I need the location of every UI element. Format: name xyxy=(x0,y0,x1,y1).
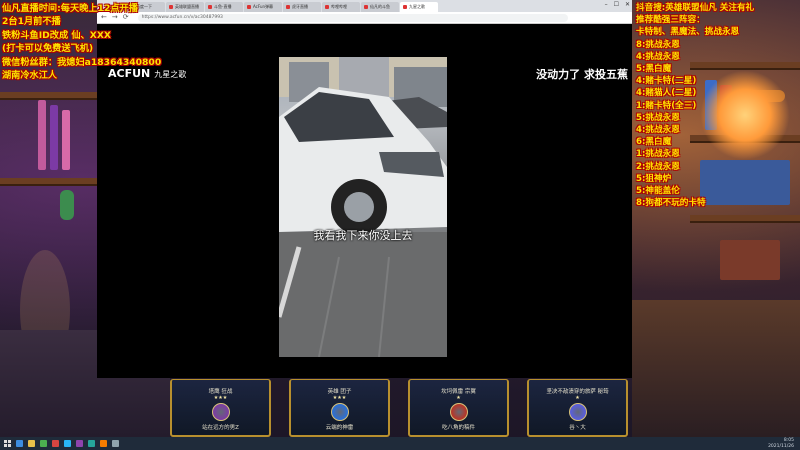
browser-tab[interactable]: 仙凡的斗鱼 xyxy=(361,2,399,12)
card-stars: ★★★ xyxy=(332,395,347,401)
overlay-line: 5:黑白魔 xyxy=(636,64,672,75)
video-scene xyxy=(279,57,447,357)
app-icon[interactable] xyxy=(76,440,83,447)
overlay-line: 6:黑白魔 xyxy=(636,137,672,148)
card-title: 英雄 团子 xyxy=(327,389,352,395)
system-clock[interactable]: 8:05 2021/11/26 xyxy=(768,438,794,449)
player-cards: 塔鹰 狂战 ★★★ 站在远方的男Z 英雄 团子 ★★★ 云端的神雷 坎坷佩雷 宗… xyxy=(170,379,628,437)
champion-icon xyxy=(330,403,349,421)
card-title: 塔鹰 狂战 xyxy=(208,389,233,395)
overlay-line: (打卡可以免费送飞机) xyxy=(2,43,94,55)
favicon-icon xyxy=(208,5,212,9)
video-subtitle: 我看我下来你没上去 xyxy=(313,229,413,242)
minimize-button[interactable]: – xyxy=(605,1,608,8)
video-player[interactable]: ACFUN 九星之歌 没动力了 求投五蕉 我看我下来你没上去 xyxy=(97,24,632,378)
overlay-line: 4:挑战永恩 xyxy=(636,125,680,136)
file-explorer-icon[interactable] xyxy=(28,440,35,447)
player-name: 站在远方的男Z xyxy=(202,425,239,431)
overlay-line: 4:挑战永恩 xyxy=(636,51,680,62)
book xyxy=(38,100,46,170)
maximize-button[interactable]: ☐ xyxy=(614,1,619,8)
overlay-line: 铁粉斗鱼ID改成 仙、XXX xyxy=(2,29,111,41)
favicon-icon xyxy=(403,5,407,9)
overlay-line: 1:挑战永恩 xyxy=(636,149,680,160)
pavement xyxy=(279,232,447,357)
browser-tab[interactable]: 哔哩哔哩 xyxy=(322,2,360,12)
books xyxy=(720,240,780,280)
video-top-caption: 没动力了 求投五蕉 xyxy=(536,68,628,81)
book xyxy=(50,105,58,170)
book xyxy=(62,110,70,170)
overlay-line: 卡特制、黑魔法、挑战永恩 xyxy=(636,27,740,38)
player-name: 吃八角的稿件 xyxy=(441,425,475,431)
window-controls: – ☐ ✕ xyxy=(605,1,630,8)
floor-right xyxy=(632,300,800,437)
favicon-icon xyxy=(247,5,251,9)
favicon-icon xyxy=(364,5,368,9)
browser-window: 百度一下 英雄联盟直播 斗鱼-直播 AcFun弹幕 虎牙直播 哔哩哔哩 仙凡的斗… xyxy=(97,0,632,378)
champion-icon xyxy=(211,403,230,421)
card-stars: ★ xyxy=(575,395,580,401)
address-bar: ← → ⟳ https://www.acfun.cn/v/ac30487993 xyxy=(97,12,632,24)
player-name: 谷丶大 xyxy=(569,425,586,431)
app-icon[interactable] xyxy=(100,440,107,447)
browser-tab[interactable]: 虎牙直播 xyxy=(283,2,321,12)
left-shelf xyxy=(0,92,97,100)
overlay-line: 8:挑战永恩 xyxy=(636,39,680,50)
windows-taskbar: 8:05 2021/11/26 xyxy=(0,437,800,450)
search-icon[interactable] xyxy=(16,440,23,447)
left-shelf xyxy=(0,178,97,186)
overlay-line: 2:挑战永恩 xyxy=(636,161,680,172)
overlay-line: 仙凡直播时间:每天晚上12点开播 xyxy=(2,3,138,14)
browser-tab[interactable]: AcFun弹幕 xyxy=(244,2,282,12)
overlay-line: 2台1月前不播 xyxy=(2,16,61,28)
overlay-line: 湖南冷水江人 xyxy=(2,70,58,82)
app-icon[interactable] xyxy=(88,440,95,447)
url-input[interactable]: https://www.acfun.cn/v/ac30487993 xyxy=(137,13,568,22)
favicon-icon xyxy=(169,5,173,9)
overlay-line: 5:神能盖伦 xyxy=(636,186,680,197)
player-card[interactable]: 坚决不敌溃穿的旅萨 秘筠 ★ 谷丶大 xyxy=(527,379,628,437)
browser-tab[interactable]: 斗鱼-直播 xyxy=(205,2,243,12)
overlay-line: 抖音搜:英雄联盟仙凡 关注有礼 xyxy=(636,3,755,13)
stream-info-overlay: 仙凡直播时间:每天晚上12点开播 2台1月前不播 铁粉斗鱼ID改成 仙、XXX … xyxy=(2,2,161,82)
browser-icon[interactable] xyxy=(40,440,47,447)
wheel-rim xyxy=(344,192,374,222)
app-icon[interactable] xyxy=(52,440,59,447)
player-card[interactable]: 塔鹰 狂战 ★★★ 站在远方的男Z xyxy=(170,379,271,437)
overlay-line: 8:狗都不玩的卡特 xyxy=(636,198,706,209)
card-title: 坎坷佩雷 宗翼 xyxy=(441,389,476,395)
lineup-overlay: 抖音搜:英雄联盟仙凡 关注有礼 推荐酷强三阵容： 卡特制、黑魔法、挑战永恩 8:… xyxy=(636,2,754,209)
overlay-line: 微信粉丝群：我媳妇a18364340800 xyxy=(2,56,162,68)
overlay-line: 5:挑战永恩 xyxy=(636,112,680,123)
card-title: 坚决不敌溃穿的旅萨 秘筠 xyxy=(546,389,609,395)
card-stars: ★★★ xyxy=(213,395,228,401)
favicon-icon xyxy=(325,5,329,9)
browser-tab[interactable]: 英雄联盟直播 xyxy=(166,2,204,12)
windows-start-icon[interactable] xyxy=(4,440,11,447)
overlay-line: 1:赌卡特(全三) xyxy=(636,100,697,111)
card-stars: ★ xyxy=(456,395,461,401)
overlay-line: 4:赌猫人(二星) xyxy=(636,88,697,99)
favicon-icon xyxy=(286,5,290,9)
overlay-line: 4:赌卡特(二星) xyxy=(636,76,697,87)
overlay-line: 5:狙神炉 xyxy=(636,173,672,184)
app-icon[interactable] xyxy=(64,440,71,447)
player-name: 云端的神雷 xyxy=(325,425,354,431)
champion-icon xyxy=(568,403,587,421)
browser-tab-active[interactable]: 九星之歌 xyxy=(400,2,438,12)
potion xyxy=(60,190,74,220)
tab-strip: 百度一下 英雄联盟直播 斗鱼-直播 AcFun弹幕 虎牙直播 哔哩哔哩 仙凡的斗… xyxy=(97,0,632,12)
overlay-line: 推荐酷强三阵容： xyxy=(636,15,705,26)
right-shelf xyxy=(690,215,800,223)
player-card[interactable]: 坎坷佩雷 宗翼 ★ 吃八角的稿件 xyxy=(408,379,509,437)
close-button[interactable]: ✕ xyxy=(625,1,630,8)
video-frame[interactable] xyxy=(279,57,447,357)
champion-icon xyxy=(449,403,468,421)
app-icon[interactable] xyxy=(112,440,119,447)
player-card[interactable]: 英雄 团子 ★★★ 云端的神雷 xyxy=(289,379,390,437)
